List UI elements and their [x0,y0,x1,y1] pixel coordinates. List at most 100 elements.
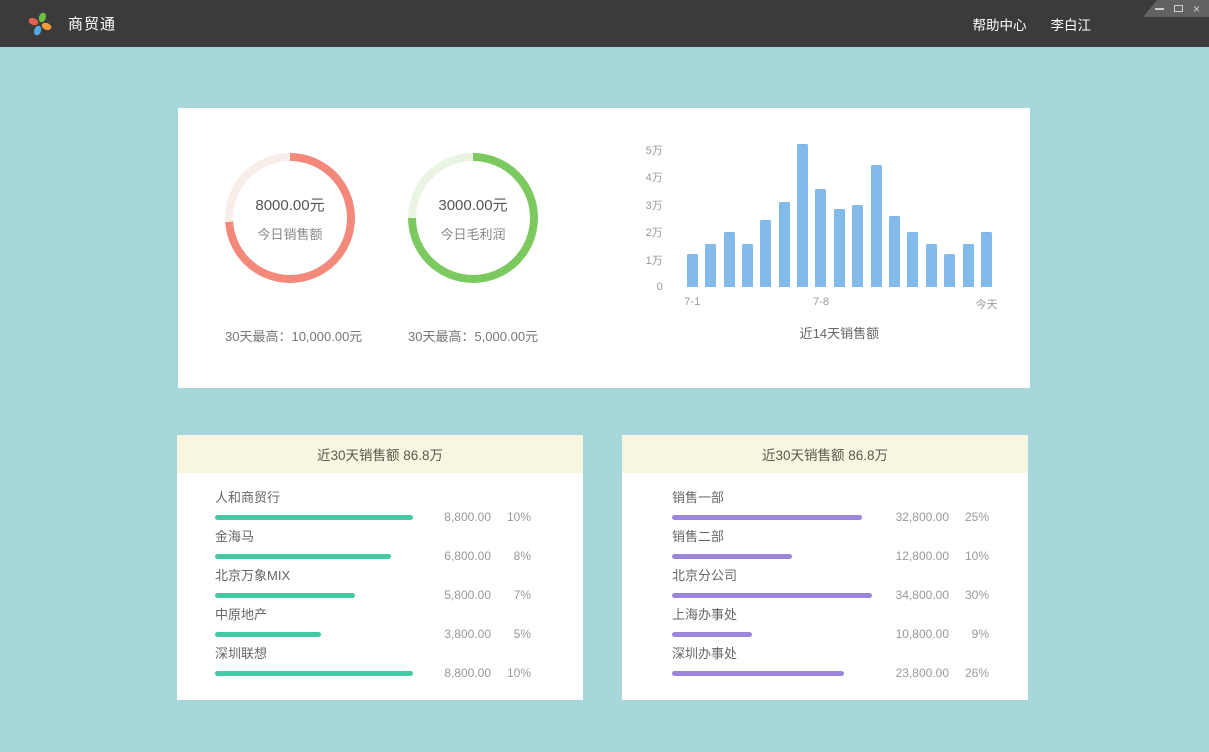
rank-row: 深圳联想 8,800.00 10% [215,646,531,676]
title-bar: 商贸通 帮助中心 李白江 × [0,0,1209,47]
today-sales-value: 8000.00元 [255,194,324,215]
rank-item-name: 销售一部 [672,490,872,506]
rank-row-left: 中原地产 [215,607,415,637]
app-title: 商贸通 [68,13,116,34]
bar [889,216,900,288]
rank-row: 北京万象MIX 5,800.00 7% [215,568,531,598]
bar [981,232,992,287]
y-tick-label: 0 [657,281,663,293]
rank-item-percent: 8% [491,549,531,563]
rank-item-percent: 10% [491,510,531,524]
rank-item-bar [672,554,792,559]
bar [963,244,974,287]
rank-row-right: 34,800.00 30% [872,568,989,602]
rank-row-left: 金海马 [215,529,415,559]
rank-item-name: 深圳联想 [215,646,415,662]
rank-item-value: 10,800.00 [872,627,949,641]
dashboard: 8000.00元 今日销售额 30天最高：10,000.00元 3000.00元… [0,108,1209,700]
rank-row: 上海办事处 10,800.00 9% [672,607,989,637]
window-controls: × [1143,0,1209,17]
bar [779,202,790,287]
rank-row-right: 10,800.00 9% [872,607,989,641]
header-nav: 帮助中心 李白江 [973,14,1092,34]
bar [944,254,955,287]
rank-item-percent: 26% [949,666,989,680]
x-tick-label: 今天 [976,296,998,312]
rank-item-bar [672,632,752,637]
rank-item-bar-track [672,632,872,637]
rank-item-bar [672,671,844,676]
rank-item-value: 3,800.00 [415,627,491,641]
bar [797,144,808,287]
rank-item-value: 5,800.00 [415,588,491,602]
rank-item-bar-track [215,632,415,637]
rank-item-bar-track [215,554,415,559]
nav-help-center[interactable]: 帮助中心 [973,14,1027,34]
rank-row-left: 北京万象MIX [215,568,415,598]
today-profit-label: 今日毛利润 [440,224,505,243]
rank-item-name: 金海马 [215,529,415,545]
rank-row-left: 北京分公司 [672,568,872,598]
rank-row-right: 12,800.00 10% [872,529,989,563]
app-window: 商贸通 帮助中心 李白江 × 8000.00元 今日销售额 30天最高：10,0… [0,0,1209,700]
rank-row-right: 8,800.00 10% [415,646,531,680]
rank-row-left: 深圳联想 [215,646,415,676]
rank-card-departments-title: 近30天销售额 86.8万 [622,435,1028,473]
rank-row-left: 人和商贸行 [215,490,415,520]
y-tick-label: 4万 [646,169,663,185]
y-tick-label: 5万 [646,142,663,158]
rank-item-bar-track [215,671,415,676]
rank-item-name: 深圳办事处 [672,646,872,662]
rank-item-bar [215,515,413,520]
y-tick-label: 2万 [646,224,663,240]
rank-item-bar-track [672,671,872,676]
bar-chart-y-axis: 5万4万3万2万1万0 [633,137,663,287]
rank-item-bar-track [215,593,415,598]
bar [834,209,845,287]
rank-row-left: 销售一部 [672,490,872,520]
rank-row-right: 3,800.00 5% [415,607,531,641]
rank-item-percent: 9% [949,627,989,641]
rank-item-value: 23,800.00 [872,666,949,680]
rank-section: 近30天销售额 86.8万 人和商贸行 8,800.00 10% 金海马 6,8… [177,435,1209,700]
nav-user[interactable]: 李白江 [1051,14,1092,34]
bar [815,189,826,287]
donut-center: 8000.00元 今日销售额 [233,161,347,275]
rank-rows-departments: 销售一部 32,800.00 25% 销售二部 12,800.00 10% 北京… [622,473,1028,676]
y-tick-label: 1万 [646,252,663,268]
today-sales-label: 今日销售额 [257,224,322,243]
bar [871,165,882,287]
rank-row: 销售二部 12,800.00 10% [672,529,989,559]
sales-30d-max: 30天最高：10,000.00元 [225,326,355,345]
rank-row-right: 6,800.00 8% [415,529,531,563]
rank-item-percent: 10% [949,549,989,563]
x-tick-label: 7-1 [684,296,700,308]
close-icon[interactable]: × [1193,4,1200,14]
rank-item-name: 北京万象MIX [215,568,415,584]
rank-row-right: 32,800.00 25% [872,490,989,524]
rank-item-percent: 10% [491,666,531,680]
bar [742,244,753,287]
bar-chart-body: 5万4万3万2万1万0 7-17-8今天 近14天销售额 [633,137,992,342]
rank-row-right: 5,800.00 7% [415,568,531,602]
rank-card-customers-title: 近30天销售额 86.8万 [177,435,583,473]
rank-item-value: 6,800.00 [415,549,491,563]
rank-item-percent: 5% [491,627,531,641]
today-sales-gauge: 8000.00元 今日销售额 30天最高：10,000.00元 [225,153,355,388]
minimize-icon[interactable] [1155,8,1164,10]
rank-row: 金海马 6,800.00 8% [215,529,531,559]
x-tick-label: 7-8 [813,296,829,308]
rank-row-right: 8,800.00 10% [415,490,531,524]
rank-row-right: 23,800.00 26% [872,646,989,680]
today-sales-donut-chart: 8000.00元 今日销售额 [225,153,355,283]
summary-card: 8000.00元 今日销售额 30天最高：10,000.00元 3000.00元… [178,108,1030,388]
donut-center: 3000.00元 今日毛利润 [416,161,530,275]
rank-item-percent: 7% [491,588,531,602]
rank-row: 人和商贸行 8,800.00 10% [215,490,531,520]
maximize-icon[interactable] [1174,5,1183,12]
rank-item-value: 8,800.00 [415,666,491,680]
today-profit-gauge: 3000.00元 今日毛利润 30天最高：5,000.00元 [408,153,538,388]
rank-item-name: 人和商贸行 [215,490,415,506]
rank-rows-customers: 人和商贸行 8,800.00 10% 金海马 6,800.00 8% 北京万象M… [177,473,583,676]
bar [705,244,716,287]
